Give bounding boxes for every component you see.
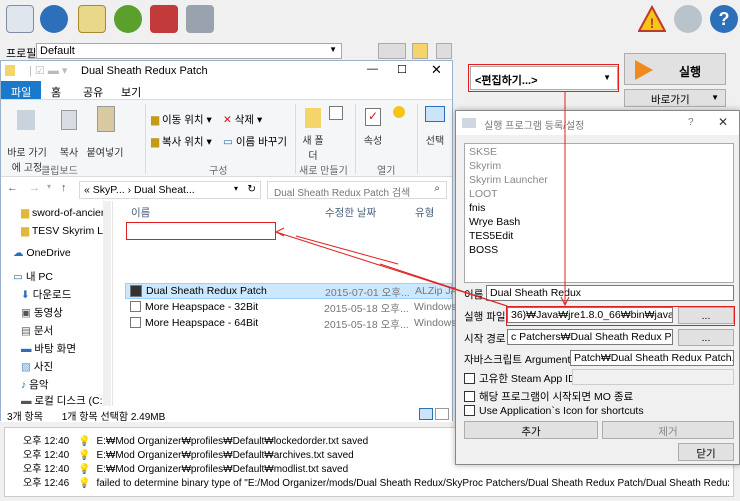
annotation-arrow-line — [295, 235, 399, 265]
annotation-arrows — [274, 92, 570, 307]
annotation-arrow-line — [379, 263, 508, 307]
